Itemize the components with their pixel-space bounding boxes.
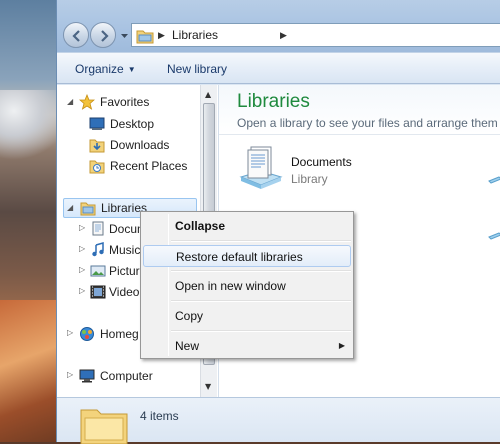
command-bar: Organize ▼ New library [57, 52, 500, 84]
expand-arrow-icon[interactable]: ▷ [79, 223, 85, 232]
scroll-up-arrow-icon[interactable]: ▲ [205, 90, 211, 99]
nav-label: Downloads [110, 138, 170, 152]
page-title: Libraries [237, 91, 310, 112]
nav-label: Pictur [109, 264, 140, 278]
nav-item-desktop[interactable]: Desktop [87, 115, 197, 135]
downloads-folder-icon [89, 139, 105, 153]
organize-label: Organize [75, 62, 124, 76]
nav-item-pictures[interactable]: ▷ Pictur [77, 262, 140, 282]
expand-arrow-icon[interactable]: ▷ [67, 328, 73, 337]
title-bar: ▶ Libraries ▶ [57, 0, 500, 52]
menu-separator [171, 270, 351, 272]
forward-arrow-icon [101, 30, 109, 42]
menu-label: Restore default libraries [176, 250, 303, 264]
nav-label: Homeg [100, 327, 139, 341]
music-library-icon[interactable] [487, 171, 500, 185]
nav-item-downloads[interactable]: Downloads [87, 136, 197, 156]
context-menu: Collapse Restore default libraries Open … [140, 211, 354, 359]
computer-icon [79, 369, 95, 383]
organize-button[interactable]: Organize ▼ [75, 62, 136, 76]
videos-icon [90, 285, 106, 299]
nav-item-videos[interactable]: ▷ Video [77, 283, 140, 303]
music-icon [92, 242, 104, 257]
library-header: Libraries Open a library to see your fil… [219, 85, 500, 135]
library-name: Documents [291, 155, 352, 169]
star-icon [79, 94, 95, 110]
desktop-icon [89, 117, 105, 130]
expand-arrow-icon[interactable]: ▷ [79, 265, 85, 274]
breadcrumb-libraries[interactable]: Libraries [172, 28, 218, 42]
expand-arrow-icon[interactable]: ▷ [79, 286, 85, 295]
submenu-arrow-icon: ▶ [338, 341, 345, 350]
nav-label: Recent Places [110, 159, 188, 173]
expand-arrow-icon[interactable]: ▷ [67, 370, 73, 379]
homegroup-icon [80, 327, 94, 341]
item-count: 4 items [140, 409, 179, 423]
forward-button[interactable] [90, 22, 116, 48]
nav-item-homegroup[interactable]: ▷ Homeg [67, 325, 142, 345]
nav-item-music[interactable]: ▷ Music [77, 241, 141, 261]
menu-item-new[interactable]: New ▶ [143, 335, 351, 357]
address-bar[interactable]: ▶ Libraries ▶ [131, 23, 500, 47]
nav-item-favorites[interactable]: ◢ Favorites [67, 93, 197, 113]
nav-label: Favorites [100, 95, 150, 109]
page-subtitle: Open a library to see your files and arr… [237, 116, 500, 130]
nav-label: Desktop [110, 117, 155, 131]
chevron-down-icon: ▼ [127, 65, 136, 74]
expand-arrow-icon[interactable]: ▷ [79, 244, 85, 253]
documents-library-icon [239, 146, 283, 189]
nav-label: Computer [100, 369, 153, 383]
nav-item-recent-places[interactable]: Recent Places [87, 157, 197, 177]
libraries-folder-icon [80, 409, 128, 444]
pictures-icon [90, 265, 106, 277]
back-arrow-icon [72, 30, 80, 42]
menu-item-collapse[interactable]: Collapse [143, 215, 351, 237]
nav-label: Music [109, 243, 141, 257]
menu-separator [171, 330, 351, 332]
libraries-folder-icon [136, 30, 154, 44]
menu-item-open-in-new-window[interactable]: Open in new window [143, 275, 351, 297]
recent-places-icon [89, 160, 105, 174]
breadcrumb-separator-icon[interactable]: ▶ [280, 31, 287, 41]
menu-label: Open in new window [175, 279, 286, 293]
back-button[interactable] [63, 22, 89, 48]
documents-icon [92, 221, 104, 236]
menu-separator [171, 300, 351, 302]
nav-label: Video [109, 285, 140, 299]
pictures-library-icon[interactable] [487, 227, 500, 241]
menu-label: New [175, 339, 200, 353]
nav-item-computer[interactable]: ▷ Computer [67, 367, 197, 387]
new-library-button[interactable]: New library [167, 62, 227, 76]
expand-arrow-icon[interactable]: ◢ [67, 97, 73, 106]
menu-item-copy[interactable]: Copy [143, 305, 351, 327]
library-type: Library [291, 172, 328, 186]
recent-pages-dropdown-icon[interactable] [120, 31, 129, 40]
libraries-icon [80, 202, 96, 216]
scroll-down-arrow-icon[interactable]: ▼ [205, 382, 211, 391]
nav-item-documents[interactable]: ▷ Docum [77, 220, 147, 240]
menu-label: Copy [175, 309, 204, 323]
menu-separator [171, 240, 351, 242]
expand-arrow-icon[interactable]: ◢ [67, 203, 73, 212]
menu-item-restore-default-libraries[interactable]: Restore default libraries [143, 245, 351, 267]
details-pane: 4 items [57, 397, 500, 444]
menu-label: Collapse [175, 219, 226, 233]
breadcrumb-separator-icon[interactable]: ▶ [158, 31, 165, 41]
